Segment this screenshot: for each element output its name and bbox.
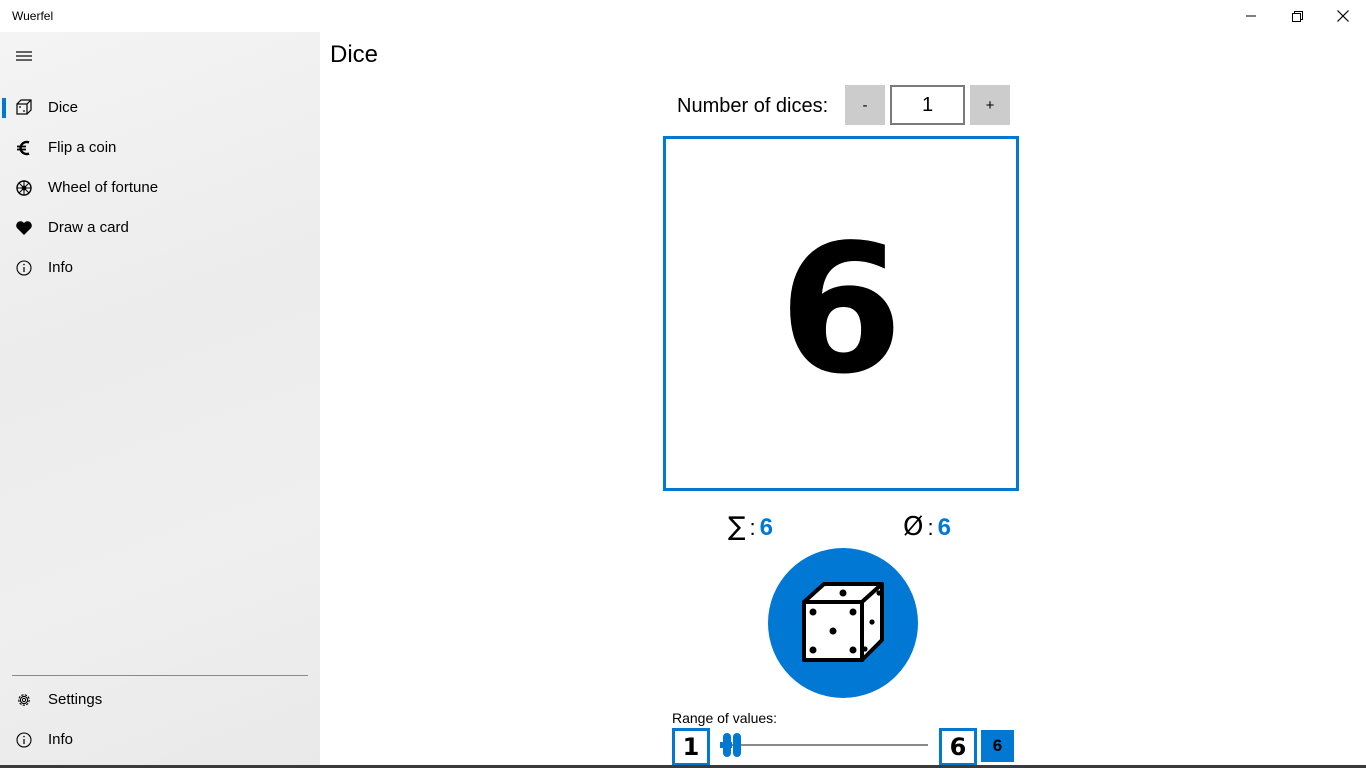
range-slider-max-thumb[interactable] <box>733 733 741 757</box>
average-symbol: Ø <box>903 512 924 542</box>
close-button[interactable] <box>1320 0 1366 32</box>
range-slider-min-thumb[interactable] <box>723 733 731 757</box>
restore-button[interactable] <box>1274 0 1320 32</box>
info-icon <box>14 258 34 278</box>
average-stat: Ø : 6 <box>903 512 951 542</box>
sidebar-item-info-footer[interactable]: Info <box>0 720 320 760</box>
heart-icon <box>14 218 34 238</box>
wheel-icon <box>14 178 34 198</box>
sidebar: Dice Flip a coin Wheel of fortune Draw a… <box>0 32 320 768</box>
sidebar-item-label: Dice <box>48 99 79 116</box>
dice-count-field[interactable]: 1 <box>890 85 965 125</box>
restore-icon <box>1291 10 1303 22</box>
sidebar-item-settings[interactable]: Settings <box>0 680 320 720</box>
window-title: Wuerfel <box>12 9 54 23</box>
cube-icon <box>14 98 34 118</box>
page-title: Dice <box>330 41 379 68</box>
number-of-dices-label: Number of dices: <box>677 95 829 117</box>
euro-icon <box>14 138 34 158</box>
hamburger-icon <box>16 51 32 61</box>
sidebar-item-wheel-of-fortune[interactable]: Wheel of fortune <box>0 168 320 208</box>
title-bar: Wuerfel <box>0 0 1366 32</box>
sidebar-item-label: Settings <box>48 691 103 708</box>
sum-separator: : <box>749 515 756 540</box>
dice-result-panel: 6 <box>663 136 1019 491</box>
sidebar-item-flip-a-coin[interactable]: Flip a coin <box>0 128 320 168</box>
sum-stat: ∑ : 6 <box>728 512 773 542</box>
sum-symbol: ∑ <box>728 512 746 542</box>
dice-icon <box>802 582 884 662</box>
sidebar-item-info[interactable]: Info <box>0 248 320 288</box>
sidebar-item-dice[interactable]: Dice <box>0 88 320 128</box>
hamburger-menu-button[interactable] <box>14 46 34 66</box>
info-icon <box>14 730 34 750</box>
sidebar-divider <box>12 675 308 676</box>
sidebar-item-draw-a-card[interactable]: Draw a card <box>0 208 320 248</box>
roll-dice-button[interactable] <box>768 548 918 698</box>
dice-result-value: 6 <box>779 205 903 413</box>
average-value: 6 <box>937 514 951 541</box>
sidebar-item-label: Info <box>48 259 74 276</box>
gear-icon <box>14 690 34 710</box>
range-slider-track[interactable] <box>720 744 928 746</box>
close-icon <box>1337 10 1349 22</box>
sidebar-item-label: Info <box>48 731 74 748</box>
range-max-value: 6 <box>939 728 977 766</box>
sidebar-item-label: Wheel of fortune <box>48 179 159 196</box>
sum-value: 6 <box>759 514 774 541</box>
average-separator: : <box>927 515 934 540</box>
sidebar-item-label: Flip a coin <box>48 139 117 156</box>
range-min-value: 1 <box>672 728 710 766</box>
range-current-value: 6 <box>981 730 1014 762</box>
range-of-values-label: Range of values: <box>672 710 778 726</box>
minimize-icon <box>1246 15 1256 17</box>
sidebar-item-label: Draw a card <box>48 219 129 236</box>
minimize-button[interactable] <box>1228 0 1274 32</box>
increase-dices-button[interactable]: + <box>970 85 1010 125</box>
decrease-dices-button[interactable]: - <box>845 85 885 125</box>
